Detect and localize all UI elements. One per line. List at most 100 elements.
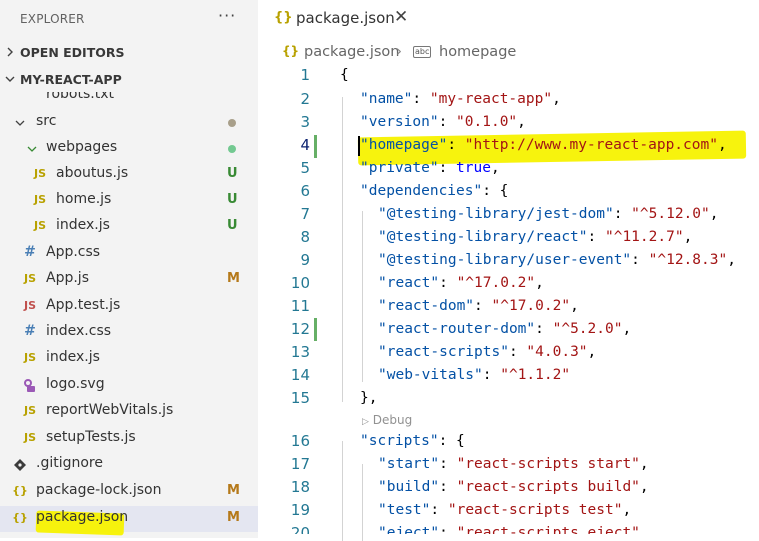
explorer-header: EXPLORER ··· — [0, 0, 258, 38]
js-file-icon: JS — [33, 167, 46, 180]
code-line: { — [340, 67, 349, 83]
code-line: "react": "^17.0.2", — [378, 275, 544, 291]
breadcrumb-field[interactable]: homepage — [439, 44, 516, 60]
file-row[interactable]: JS aboutus.js U — [0, 162, 258, 188]
code-line: "test": "react-scripts test", — [378, 502, 632, 518]
git-status-badge: M — [227, 510, 240, 525]
line-number: 3 — [300, 113, 310, 131]
line-number: 16 — [290, 432, 310, 450]
js-file-icon: JS — [23, 272, 36, 285]
file-row[interactable]: JS App.test.js — [0, 294, 258, 320]
file-row[interactable]: JS setupTests.js — [0, 426, 258, 452]
file-row[interactable]: # index.css — [0, 320, 258, 346]
editor-area: {} package.json ✕ {} package.json › abc … — [258, 0, 759, 541]
tab-bar: {} package.json ✕ — [258, 0, 759, 38]
file-row[interactable]: JS home.js U — [0, 188, 258, 214]
line-number: 11 — [290, 297, 310, 315]
svg-file-icon — [24, 379, 35, 392]
file-name: App.js — [46, 270, 89, 286]
chevron-down-icon — [27, 146, 37, 152]
code-line: "@testing-library/user-event": "^12.8.3"… — [378, 252, 736, 268]
open-editors-section[interactable]: OPEN EDITORS — [0, 42, 258, 64]
git-status-badge: U — [227, 192, 238, 207]
file-row[interactable]: JS index.js U — [0, 214, 258, 240]
file-row[interactable]: logo.svg — [0, 373, 258, 399]
file-name: App.test.js — [46, 297, 121, 313]
line-number: 10 — [290, 274, 310, 292]
code-line: "eject": "react-scripts eject", — [378, 525, 649, 534]
folder-row-src[interactable]: src — [0, 110, 258, 136]
git-status-badge: M — [227, 483, 240, 498]
file-name: reportWebVitals.js — [46, 402, 174, 418]
code-line: "react-router-dom": "^5.2.0", — [378, 321, 632, 337]
file-row[interactable]: JS reportWebVitals.js — [0, 399, 258, 425]
file-row[interactable]: # App.css — [0, 241, 258, 267]
breadcrumb-file[interactable]: package.json — [304, 44, 399, 60]
file-name: index.css — [46, 323, 112, 339]
code-line: "react-dom": "^17.0.2", — [378, 298, 579, 314]
explorer-sidebar: EXPLORER ··· OPEN EDITORS MY-REACT-APP r… — [0, 0, 258, 538]
file-row[interactable]: JS App.js M — [0, 267, 258, 293]
code-line: "scripts": { — [360, 433, 465, 449]
line-number: 6 — [300, 182, 310, 200]
line-number: 20 — [290, 524, 310, 534]
code-line: "start": "react-scripts start", — [378, 456, 649, 472]
css-file-icon: # — [24, 323, 36, 339]
file-row[interactable]: JS index.js — [0, 346, 258, 372]
js-file-icon: JS — [23, 431, 36, 444]
code-line: "version": "0.1.0", — [360, 114, 526, 130]
file-name: index.js — [56, 217, 110, 233]
json-file-icon: {} — [282, 44, 300, 58]
indent-guide — [342, 441, 343, 541]
play-icon: ▷ — [362, 417, 369, 427]
line-number: 4 — [300, 136, 310, 154]
debug-label: Debug — [372, 413, 413, 427]
line-number: 9 — [300, 251, 310, 269]
file-name: aboutus.js — [56, 165, 129, 181]
git-status-badge: U — [227, 166, 238, 181]
code-line: "@testing-library/jest-dom": "^5.12.0", — [378, 206, 719, 222]
git-status-badge: M — [227, 271, 240, 286]
line-number: 13 — [290, 343, 310, 361]
json-file-icon: {} — [12, 511, 28, 524]
line-number: 19 — [290, 501, 310, 519]
debug-codelens[interactable]: ▷ Debug — [362, 410, 412, 430]
folder-name: src — [36, 113, 57, 129]
line-number: 12 — [290, 320, 310, 338]
line-number: 18 — [290, 478, 310, 496]
file-name: index.js — [46, 349, 100, 365]
open-editors-label: OPEN EDITORS — [20, 45, 125, 60]
code-line: "private": true, — [360, 160, 500, 176]
json-file-icon: {} — [12, 484, 28, 497]
file-name: home.js — [56, 191, 112, 207]
indent-guide — [362, 464, 363, 541]
js-file-icon: JS — [33, 219, 46, 232]
explorer-title: EXPLORER — [20, 12, 85, 26]
js-file-icon: JS — [33, 193, 46, 206]
code-line: "web-vitals": "^1.1.2" — [378, 367, 571, 383]
code-line: "homepage": "http://www.my-react-app.com… — [360, 137, 727, 153]
line-number: 17 — [290, 455, 310, 473]
file-row-selected[interactable]: {} package.json M — [0, 506, 258, 536]
css-file-icon: # — [24, 244, 36, 260]
line-number: 2 — [300, 90, 310, 108]
code-editor[interactable]: 1 2 3 4 5 6 7 8 9 10 11 12 13 14 15 16 1… — [258, 64, 759, 541]
file-name: .gitignore — [36, 455, 103, 471]
modified-gutter-marker — [314, 135, 317, 158]
file-row[interactable]: {} package-lock.json M — [0, 479, 258, 505]
git-status-badge: U — [227, 218, 238, 233]
chevron-down-icon — [15, 120, 25, 126]
close-icon[interactable]: ✕ — [394, 7, 408, 27]
line-number: 5 — [300, 159, 310, 177]
more-actions-icon[interactable]: ··· — [218, 6, 236, 25]
breadcrumb: {} package.json › abc homepage — [258, 38, 759, 66]
folder-row-webpages[interactable]: webpages — [0, 136, 258, 162]
tab-package-json[interactable]: {} package.json ✕ — [258, 0, 418, 38]
line-number: 8 — [300, 228, 310, 246]
file-name: setupTests.js — [46, 429, 136, 445]
line-number: 1 — [300, 66, 310, 84]
file-name: logo.svg — [46, 376, 105, 392]
string-field-icon: abc — [413, 46, 432, 58]
file-name: App.css — [46, 244, 101, 260]
file-row[interactable]: .gitignore — [0, 452, 258, 478]
